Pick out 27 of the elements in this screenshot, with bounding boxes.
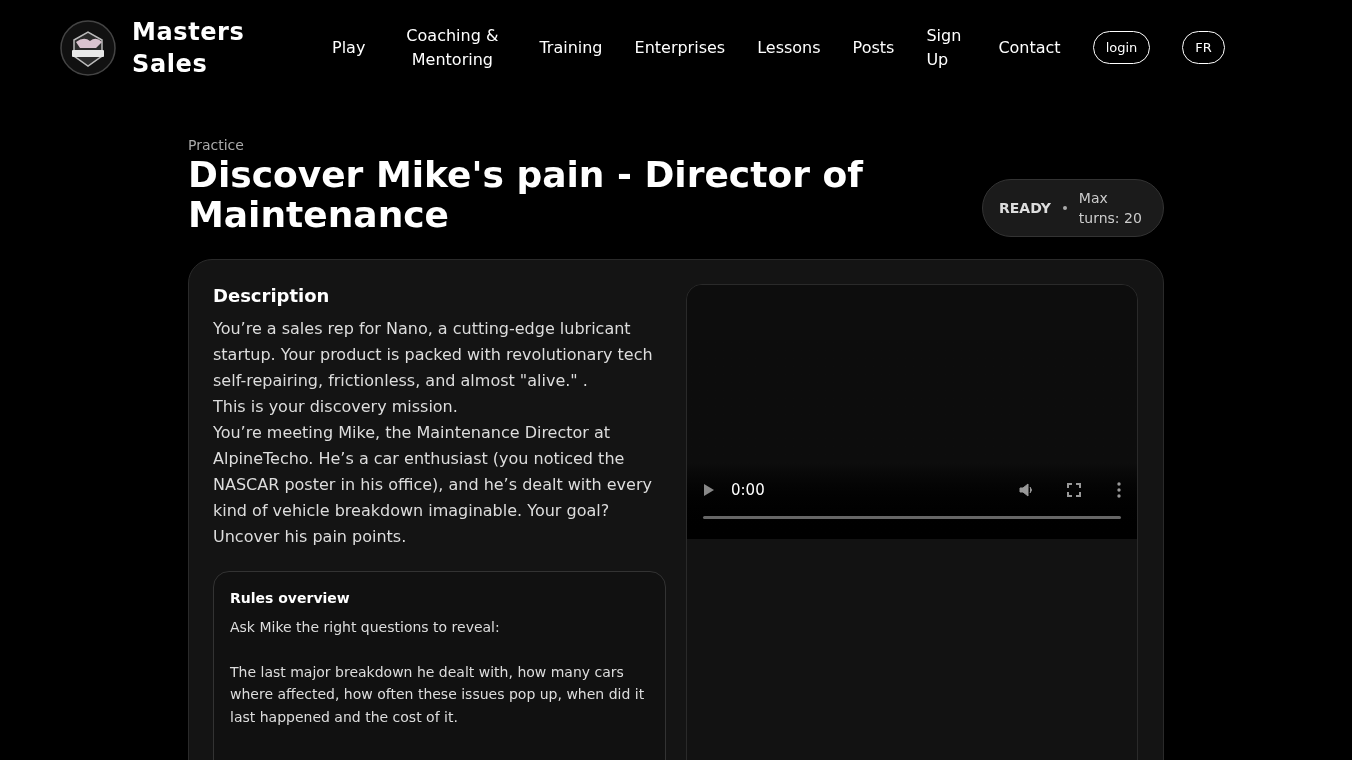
eyebrow-label: Practice: [188, 136, 245, 155]
rules-text: The last major breakdown he dealt with, how many cars where affected, how often these issues pop up, when did it last happened and the cost of it.: [230, 662, 646, 727]
play-icon[interactable]: [703, 483, 715, 497]
nav-link[interactable]: Enterprises: [634, 35, 726, 60]
logo-icon: [60, 19, 116, 76]
video-player[interactable]: 0:00: [687, 285, 1137, 539]
nav-link[interactable]: Contact: [998, 35, 1061, 60]
volume-icon[interactable]: [1019, 482, 1035, 498]
max-turns-label: Max turns: 20: [1078, 189, 1143, 228]
more-icon[interactable]: [1117, 482, 1121, 498]
page-title: Discover Mike's pain - Director of Maintenance: [188, 155, 865, 235]
nav-link[interactable]: Lessons: [757, 35, 821, 60]
nav-link[interactable]: Play: [332, 35, 366, 60]
nav-link[interactable]: Posts: [852, 35, 895, 60]
description-heading: Description: [213, 284, 331, 308]
nav-link[interactable]: Coaching & Mentoring: [397, 23, 508, 72]
video-time: 0:00: [731, 479, 765, 501]
description-text: This is your discovery mission.: [213, 396, 459, 418]
status-label: READY: [999, 198, 1051, 218]
description-text: You’re meeting Mike, the Maintenance Director at AlpineTecho. He’s a car enthusiast (you noticed the NASCAR poster in his office), and he’s dealt with every kind of vehicle breakdown imaginable. Your goal? Uncover his pain points.: [213, 422, 653, 548]
nav-link[interactable]: Sign Up: [926, 23, 967, 72]
fullscreen-icon[interactable]: [1067, 483, 1081, 497]
brand-name[interactable]: Masters Sales: [132, 15, 262, 80]
description-text: You’re a sales rep for Nano, a cutting-edge lubricant startup. Your product is packed with revolutionary tech self-repairing, frictionless, and almost "alive." .: [213, 318, 654, 392]
nav-link[interactable]: Training: [539, 35, 603, 60]
rules-text: Ask Mike the right questions to reveal:: [230, 618, 501, 637]
rules-heading: Rules overview: [230, 589, 351, 608]
